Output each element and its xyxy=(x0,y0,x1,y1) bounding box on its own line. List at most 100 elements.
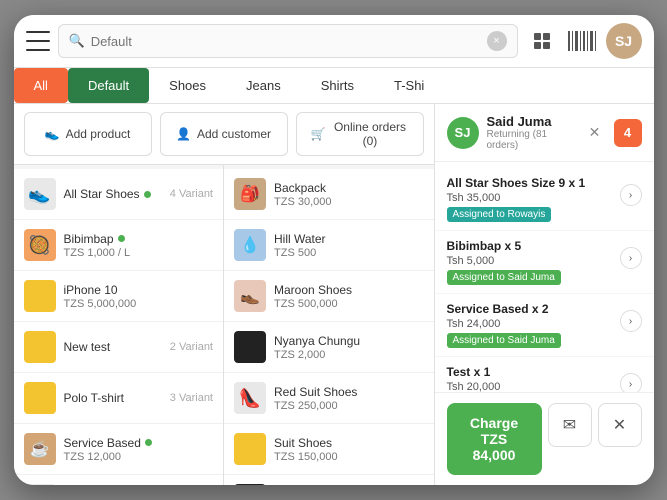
charge-button[interactable]: Charge TZS 84,000 xyxy=(447,403,542,475)
add-customer-button[interactable]: 👤 Add customer xyxy=(160,112,288,156)
charge-bar: Charge TZS 84,000 ✉ ✕ xyxy=(435,392,654,485)
add-product-label: Add product xyxy=(66,127,131,141)
category-all[interactable]: All xyxy=(14,68,68,103)
list-item[interactable]: 💧 Hill Water TZS 500 xyxy=(224,220,434,271)
product-variant: 3 Variant xyxy=(170,392,213,404)
category-tshi[interactable]: T-Shi xyxy=(374,68,444,103)
category-shoes[interactable]: Shoes xyxy=(149,68,226,103)
email-button[interactable]: ✉ xyxy=(548,403,592,447)
product-thumb: ☕ xyxy=(24,433,56,465)
customer-name: Said Juma xyxy=(487,114,576,129)
product-thumb xyxy=(24,331,56,363)
stock-indicator xyxy=(118,235,125,242)
list-item[interactable]: iPhone 10 TZS 5,000,000 xyxy=(14,271,224,322)
cart-item-details: Bibimbap x 5 Tsh 5,000 Assigned to Said … xyxy=(447,239,561,285)
search-box: 🔍 × xyxy=(58,24,518,58)
product-info: Service Based TZS 12,000 xyxy=(64,436,214,463)
top-bar: 🔍 × xyxy=(14,15,654,68)
add-product-icon: 👟 xyxy=(45,127,60,141)
customer-header: SJ Said Juma Returning (81 orders) ✕ 4 xyxy=(435,104,654,162)
cart-item-qty-btn[interactable]: › xyxy=(620,373,642,392)
product-col-left: 👟 All Star Shoes 4 Variant 🥘 Bibimbap TZ… xyxy=(14,165,225,485)
cart-item-price: Tsh 20,000 xyxy=(447,381,561,392)
cart-item-name: All Star Shoes Size 9 x 1 xyxy=(447,176,586,190)
category-shirts[interactable]: Shirts xyxy=(301,68,374,103)
product-thumb: 👞 xyxy=(24,484,56,485)
list-item[interactable]: 👟 All Star Shoes 4 Variant xyxy=(14,169,224,220)
list-item[interactable]: 🎒 Backpack TZS 30,000 xyxy=(224,169,434,220)
product-variant: 2 Variant xyxy=(170,341,213,353)
stock-indicator xyxy=(144,191,151,198)
cart-item-price: Tsh 5,000 xyxy=(447,255,561,267)
cart-item-name: Service Based x 2 xyxy=(447,302,561,316)
product-price: TZS 1,000 / L xyxy=(64,247,214,259)
product-info: New test xyxy=(64,340,162,354)
list-item[interactable]: Suit Shoes TZS 150,000 xyxy=(224,424,434,475)
product-price: TZS 30,000 xyxy=(274,196,424,208)
list-item[interactable]: 🥘 Bibimbap TZS 1,000 / L xyxy=(14,220,224,271)
list-item[interactable]: New test 2 Variant xyxy=(14,322,224,373)
category-jeans[interactable]: Jeans xyxy=(226,68,301,103)
product-name: New test xyxy=(64,340,162,354)
avatar[interactable]: SJ xyxy=(606,23,642,59)
list-item[interactable]: Polo T-shirt 3 Variant xyxy=(14,373,224,424)
grid-icon[interactable] xyxy=(526,25,558,57)
cart-item: All Star Shoes Size 9 x 1 Tsh 35,000 Ass… xyxy=(435,168,654,231)
search-input[interactable] xyxy=(91,34,487,49)
product-name: Red Suit Shoes xyxy=(274,385,424,399)
list-item[interactable]: ☕ Service Based TZS 12,000 xyxy=(14,424,224,475)
cart-item-row: Test x 1 Tsh 20,000 Assigned to Said Jum… xyxy=(447,365,642,392)
list-item[interactable]: 👞 Suit Shoes TZS 250,000 xyxy=(14,475,224,485)
top-bar-icons: SJ xyxy=(526,23,642,59)
list-item[interactable]: 👠 Red Suit Shoes TZS 250,000 xyxy=(224,373,434,424)
product-name: Backpack xyxy=(274,181,424,195)
product-name: All Star Shoes xyxy=(64,187,162,201)
main-content: 👟 Add product 👤 Add customer 🛒 Online or… xyxy=(14,104,654,485)
product-price: TZS 250,000 xyxy=(274,400,424,412)
product-info: Suit Shoes TZS 150,000 xyxy=(274,436,424,463)
add-customer-icon: 👤 xyxy=(176,127,191,141)
cancel-button[interactable]: ✕ xyxy=(598,403,642,447)
cart-item-price: Tsh 24,000 xyxy=(447,318,561,330)
product-price: TZS 5,000,000 xyxy=(64,298,214,310)
barcode-icon[interactable] xyxy=(566,25,598,57)
hamburger-icon[interactable] xyxy=(26,31,50,51)
product-thumb xyxy=(24,382,56,414)
cart-panel: SJ Said Juma Returning (81 orders) ✕ 4 A… xyxy=(434,104,654,485)
category-bar: All Default Shoes Jeans Shirts T-Shi xyxy=(14,68,654,104)
product-price: TZS 2,000 xyxy=(274,349,424,361)
product-thumb xyxy=(24,280,56,312)
product-info: Red Suit Shoes TZS 250,000 xyxy=(274,385,424,412)
product-name: Nyanya Chungu xyxy=(274,334,424,348)
cart-item-qty-btn[interactable]: › xyxy=(620,184,642,206)
product-name: Polo T-shirt xyxy=(64,391,162,405)
cart-item-qty-btn[interactable]: › xyxy=(620,310,642,332)
online-orders-label: Online orders (0) xyxy=(331,120,408,148)
cart-item-qty-btn[interactable]: › xyxy=(620,247,642,269)
list-item[interactable]: 👞 Maroon Shoes TZS 500,000 xyxy=(224,271,434,322)
add-product-button[interactable]: 👟 Add product xyxy=(24,112,152,156)
product-price: TZS 500 xyxy=(274,247,424,259)
cart-items-list: All Star Shoes Size 9 x 1 Tsh 35,000 Ass… xyxy=(435,162,654,392)
category-default[interactable]: Default xyxy=(68,68,149,103)
left-panel: 👟 Add product 👤 Add customer 🛒 Online or… xyxy=(14,104,434,485)
product-price: TZS 12,000 xyxy=(64,451,214,463)
product-list: 👟 All Star Shoes 4 Variant 🥘 Bibimbap TZ… xyxy=(14,165,434,485)
product-thumb: 👠 xyxy=(234,382,266,414)
cart-item: Bibimbap x 5 Tsh 5,000 Assigned to Said … xyxy=(435,231,654,294)
list-item[interactable]: Test TZS 20,000 xyxy=(224,475,434,485)
product-info: All Star Shoes xyxy=(64,187,162,201)
customer-avatar: SJ xyxy=(447,117,479,149)
product-name: Hill Water xyxy=(274,232,424,246)
clear-icon[interactable]: × xyxy=(487,31,507,51)
cart-item-row: Service Based x 2 Tsh 24,000 Assigned to… xyxy=(447,302,642,348)
customer-info: Said Juma Returning (81 orders) xyxy=(487,114,576,151)
customer-close-button[interactable]: ✕ xyxy=(584,122,606,144)
product-name: Suit Shoes xyxy=(274,436,424,450)
list-item[interactable]: Nyanya Chungu TZS 2,000 xyxy=(224,322,434,373)
tablet-frame: 🔍 × xyxy=(14,15,654,485)
product-name: Bibimbap xyxy=(64,232,214,246)
cart-item-name: Test x 1 xyxy=(447,365,561,379)
online-orders-button[interactable]: 🛒 Online orders (0) xyxy=(296,112,424,156)
cart-item-name: Bibimbap x 5 xyxy=(447,239,561,253)
